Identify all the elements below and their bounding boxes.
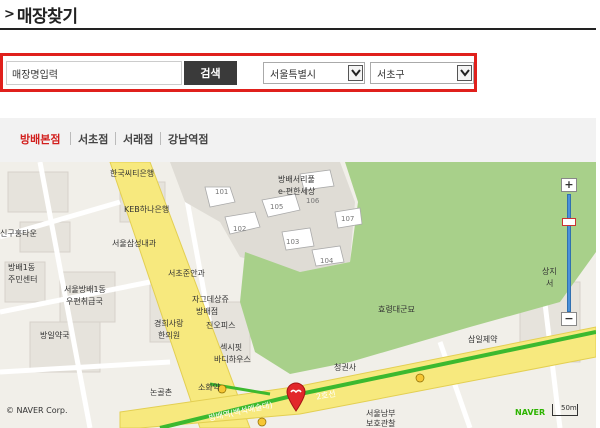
city-select[interactable]: 서울특별시 — [263, 62, 365, 84]
map-label: 신구홍타운 — [0, 229, 37, 238]
page-title-text: 매장찾기 — [16, 6, 78, 27]
map-label: 경희사랑 — [154, 319, 184, 328]
tab-divider — [115, 132, 116, 145]
zoom-control: + − — [561, 178, 577, 328]
map-label: 한국씨티은행 — [110, 169, 155, 178]
map-label: 한의원 — [158, 331, 181, 340]
map-copyright: © NAVER Corp. — [6, 406, 68, 415]
map-scale-label: 50m — [561, 404, 577, 412]
map-label: 방배1동 — [8, 263, 36, 272]
tab-gangnam-station[interactable]: 강남역점 — [168, 131, 208, 147]
map-label: 자그데상쥬 — [192, 295, 229, 304]
map-label: 삼일제약 — [468, 335, 498, 344]
map-label: 섹시핏 — [220, 343, 243, 352]
building-number: 102 — [233, 225, 247, 233]
map-label: 소화약 — [198, 383, 221, 392]
map-label: 보호관찰 — [366, 419, 396, 428]
search-button[interactable]: 검색 — [184, 61, 237, 85]
map-label: 서울방배1동 — [64, 285, 106, 294]
map-label: 서초준안과 — [168, 269, 205, 278]
map-label: 주민센터 — [8, 275, 38, 284]
map-label: 방일약국 — [40, 331, 70, 340]
tab-seorae[interactable]: 서래점 — [123, 131, 153, 147]
zoom-slider-track[interactable] — [567, 194, 571, 312]
district-select[interactable]: 서초구 — [370, 62, 474, 84]
map-label: 바디하우스 — [214, 355, 251, 364]
building-number: 107 — [341, 215, 355, 223]
chevron-right-icon: > — [4, 6, 15, 22]
tab-seocho[interactable]: 서초점 — [78, 131, 108, 147]
chevron-down-icon[interactable] — [457, 65, 472, 81]
page-title: > 매장찾기 — [4, 2, 78, 27]
map-label: 상지 — [542, 267, 557, 276]
building-number: 104 — [320, 257, 334, 265]
naver-logo: NAVER — [515, 408, 546, 417]
zoom-out-button[interactable]: − — [561, 312, 577, 326]
map-label: e-편한세상 — [278, 187, 316, 196]
tab-divider — [160, 132, 161, 145]
store-location-pin-icon[interactable] — [285, 382, 307, 412]
map-label: 방배서리풀 — [278, 175, 315, 184]
title-divider — [0, 28, 596, 30]
store-search-box: 검색 서울특별시 서초구 — [0, 53, 477, 92]
map-label: 진오피스 — [206, 321, 236, 330]
building-number: 106 — [306, 197, 320, 205]
tab-divider — [70, 132, 71, 145]
tab-bangbae-main[interactable]: 방배본점 — [20, 131, 60, 147]
map-label: 청권사 — [334, 363, 357, 372]
map-label: 논골촌 — [150, 388, 173, 397]
building-number: 103 — [286, 238, 300, 246]
zoom-slider-handle[interactable] — [562, 218, 576, 226]
city-select-value: 서울특별시 — [270, 70, 316, 81]
building-number: 105 — [270, 203, 284, 211]
map-label: KEB하나은행 — [124, 205, 170, 214]
map-label: 서 — [546, 279, 554, 288]
zoom-in-button[interactable]: + — [561, 178, 577, 192]
store-tabs: 방배본점 서초점 서래점 강남역점 — [0, 118, 596, 162]
map-label: 효령대군묘 — [378, 305, 415, 314]
map-label: 우편취급국 — [66, 297, 103, 306]
map-label: 서울삼성내과 — [112, 239, 157, 248]
map-label: 방배점 — [196, 307, 219, 316]
building-number: 101 — [215, 188, 229, 196]
district-select-value: 서초구 — [377, 70, 405, 81]
chevron-down-icon[interactable] — [348, 65, 363, 81]
store-name-input[interactable] — [6, 61, 182, 85]
